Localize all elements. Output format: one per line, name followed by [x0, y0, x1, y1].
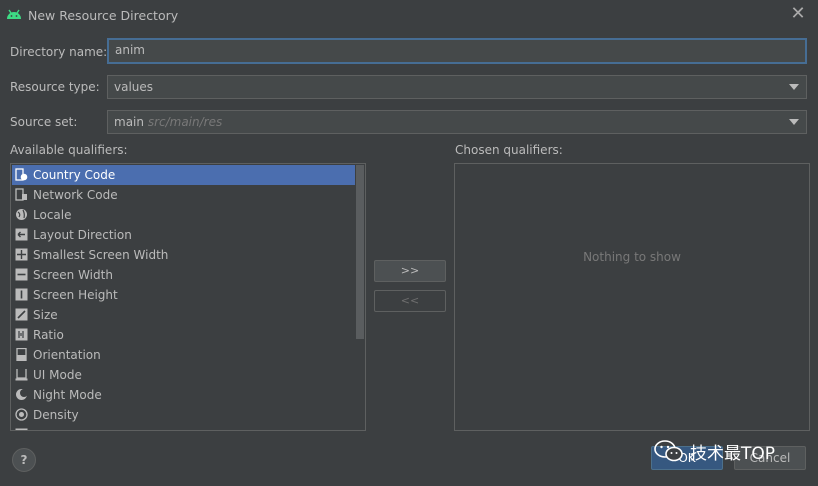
source-set-value: main	[114, 115, 144, 129]
touchscreen-icon	[15, 428, 28, 430]
country-code-icon	[15, 168, 28, 181]
android-icon	[7, 9, 21, 19]
list-item[interactable]: Country Code	[12, 165, 356, 185]
available-qualifiers-label: Available qualifiers:	[10, 143, 128, 157]
layout-direction-icon	[15, 228, 28, 241]
list-item[interactable]: Density	[12, 405, 356, 425]
globe-icon	[16, 209, 27, 220]
list-item[interactable]: Size	[12, 305, 356, 325]
available-qualifiers-list[interactable]: Country Code Network Code Locale Layout …	[10, 163, 366, 431]
network-code-icon	[15, 188, 27, 201]
list-item-label: Country Code	[33, 168, 116, 182]
resource-type-value: values	[114, 80, 154, 94]
list-item[interactable]: UI Mode	[12, 365, 356, 385]
night-mode-icon	[16, 389, 28, 400]
remove-qualifier-button[interactable]: <<	[374, 290, 446, 312]
chosen-qualifiers-list[interactable]: Nothing to show	[454, 163, 810, 431]
add-qualifier-button[interactable]: >>	[374, 260, 446, 282]
source-set-path: src/main/res	[147, 115, 223, 129]
density-icon	[15, 408, 28, 421]
list-item-label: Screen Height	[33, 288, 118, 302]
empty-state-text: Nothing to show	[583, 250, 681, 264]
screen-width-icon	[15, 268, 28, 281]
chevron-down-icon	[789, 119, 799, 125]
close-icon[interactable]: ✕	[788, 4, 808, 24]
list-item[interactable]: Locale	[12, 205, 356, 225]
list-item-label: Ratio	[33, 328, 64, 342]
window-title: New Resource Directory	[28, 8, 179, 23]
smallest-width-icon	[15, 248, 28, 261]
orientation-icon	[16, 348, 27, 361]
size-icon	[15, 308, 28, 321]
wechat-icon	[654, 440, 683, 462]
ratio-icon	[15, 328, 28, 341]
list-item-label: Size	[33, 308, 58, 322]
list-item-label: UI Mode	[33, 368, 82, 382]
list-item-label: Smallest Screen Width	[33, 248, 169, 262]
list-item[interactable]	[12, 425, 356, 430]
list-item-label: Density	[33, 408, 79, 422]
list-item[interactable]: Screen Height	[12, 285, 356, 305]
list-item[interactable]: Network Code	[12, 185, 356, 205]
list-item[interactable]: Layout Direction	[12, 225, 356, 245]
list-item[interactable]: Screen Width	[12, 265, 356, 285]
list-item[interactable]: Night Mode	[12, 385, 356, 405]
chevron-down-icon	[789, 84, 799, 90]
directory-name-input[interactable]: anim	[107, 38, 807, 64]
list-item[interactable]: Smallest Screen Width	[12, 245, 356, 265]
help-button[interactable]: ?	[12, 448, 36, 472]
list-item-label: Network Code	[33, 188, 118, 202]
list-item[interactable]: Ratio	[12, 325, 356, 345]
source-set-label: Source set:	[10, 115, 78, 129]
list-scrollbar[interactable]	[355, 165, 365, 429]
watermark-text: 技术最TOP	[690, 444, 776, 464]
scrollbar-thumb[interactable]	[356, 165, 364, 339]
list-item-label: Screen Width	[33, 268, 113, 282]
list-item[interactable]: Orientation	[12, 345, 356, 365]
directory-name-label: Directory name:	[10, 45, 108, 59]
resource-type-dropdown[interactable]: values	[107, 75, 807, 99]
source-set-dropdown[interactable]: main src/main/res	[107, 110, 807, 134]
ui-mode-icon	[15, 369, 28, 381]
resource-type-label: Resource type:	[10, 80, 100, 94]
title-bar: New Resource Directory ✕	[0, 0, 818, 30]
list-item-label: Layout Direction	[33, 228, 132, 242]
screen-height-icon	[15, 288, 28, 301]
list-item-label: Locale	[33, 208, 72, 222]
list-item-label: Night Mode	[33, 388, 102, 402]
watermark: 技术最TOP	[652, 437, 812, 464]
chosen-qualifiers-label: Chosen qualifiers:	[455, 143, 563, 157]
list-item-label: Orientation	[33, 348, 101, 362]
